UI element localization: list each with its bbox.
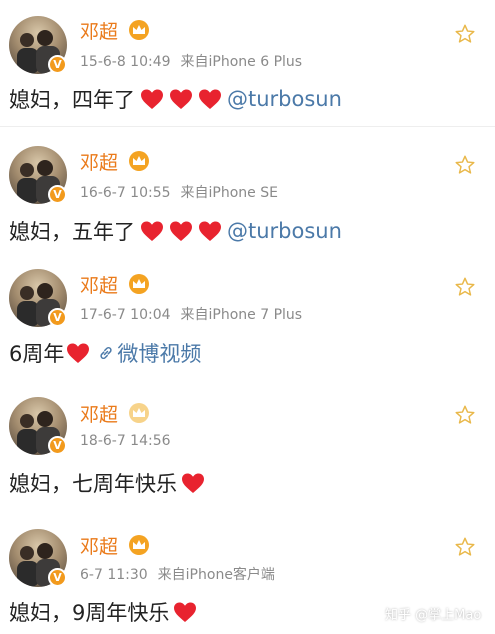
username[interactable]: 邓超: [80, 17, 118, 44]
crown-icon: [129, 151, 149, 171]
star-icon[interactable]: [454, 23, 476, 45]
heart-icon: [173, 601, 197, 623]
heart-icon: [181, 472, 205, 494]
verified-badge-icon: V: [48, 55, 67, 74]
heart-icon: [140, 88, 164, 110]
star-icon[interactable]: [454, 154, 476, 176]
crown-icon: [129, 403, 149, 423]
star-icon[interactable]: [454, 404, 476, 426]
weibo-feed: V 邓超 15-6-8 10:49 来自iPhone 6 Plus 媳妇，四年了 …: [0, 0, 495, 634]
post-time: 17-6-7 10:04: [80, 307, 171, 323]
post-meta: 16-6-7 10:55 来自iPhone SE: [80, 182, 278, 202]
mention-link[interactable]: @turbosun: [227, 87, 342, 111]
post-meta: 17-6-7 10:04 来自iPhone 7 Plus: [80, 304, 302, 324]
link-icon: [97, 344, 115, 362]
divider: [0, 126, 495, 127]
post-time: 15-6-8 10:49: [80, 54, 171, 70]
verified-badge-icon: V: [48, 185, 67, 204]
mention-link[interactable]: @turbosun: [227, 219, 342, 243]
username[interactable]: 邓超: [80, 148, 118, 175]
post-meta: 18-6-7 14:56: [80, 433, 181, 449]
post-content: 媳妇，五年了 @turbosun: [9, 216, 342, 246]
post-meta: 15-6-8 10:49 来自iPhone 6 Plus: [80, 51, 302, 71]
post-content: 6周年 微博视频: [9, 338, 201, 368]
username[interactable]: 邓超: [80, 271, 118, 298]
post-text: 6周年: [9, 342, 65, 366]
crown-icon: [129, 20, 149, 40]
post-meta: 6-7 11:30 来自iPhone客户端: [80, 564, 275, 584]
heart-icon: [140, 220, 164, 242]
post-text: 媳妇，四年了: [9, 88, 135, 112]
crown-icon: [129, 535, 149, 555]
post: V 邓超 15-6-8 10:49 来自iPhone 6 Plus 媳妇，四年了 …: [0, 0, 495, 125]
video-link[interactable]: 微博视频: [117, 338, 201, 368]
star-icon[interactable]: [454, 276, 476, 298]
post-source[interactable]: 来自iPhone 6 Plus: [181, 54, 303, 70]
post: V 邓超 17-6-7 10:04 来自iPhone 7 Plus 6周年 微博视…: [0, 255, 495, 380]
post: V 邓超 18-6-7 14:56 媳妇，七周年快乐: [0, 383, 495, 508]
star-icon[interactable]: [454, 536, 476, 558]
post-time: 18-6-7 14:56: [80, 433, 171, 449]
verified-badge-icon: V: [48, 308, 67, 327]
username[interactable]: 邓超: [80, 532, 118, 559]
heart-icon: [198, 220, 222, 242]
post-text: 媳妇，七周年快乐: [9, 472, 177, 496]
heart-icon: [169, 88, 193, 110]
username[interactable]: 邓超: [80, 400, 118, 427]
post-content: 媳妇，9周年快乐: [9, 597, 202, 627]
post-source[interactable]: 来自iPhone 7 Plus: [181, 307, 303, 323]
post-text: 媳妇，五年了: [9, 220, 135, 244]
crown-icon: [129, 274, 149, 294]
post: V 邓超 16-6-7 10:55 来自iPhone SE 媳妇，五年了 @tur…: [0, 130, 495, 255]
post-content: 媳妇，四年了 @turbosun: [9, 84, 342, 114]
verified-badge-icon: V: [48, 568, 67, 587]
post-text: 媳妇，9周年快乐: [9, 601, 170, 625]
post-source[interactable]: 来自iPhone SE: [181, 185, 278, 201]
post-source[interactable]: 来自iPhone客户端: [158, 567, 275, 583]
heart-icon: [66, 342, 90, 364]
zhihu-watermark: 知乎 @掌上Mao: [385, 608, 482, 623]
heart-icon: [169, 220, 193, 242]
verified-badge-icon: V: [48, 436, 67, 455]
post-time: 6-7 11:30: [80, 567, 148, 583]
post-time: 16-6-7 10:55: [80, 185, 171, 201]
heart-icon: [198, 88, 222, 110]
post-content: 媳妇，七周年快乐: [9, 468, 210, 498]
